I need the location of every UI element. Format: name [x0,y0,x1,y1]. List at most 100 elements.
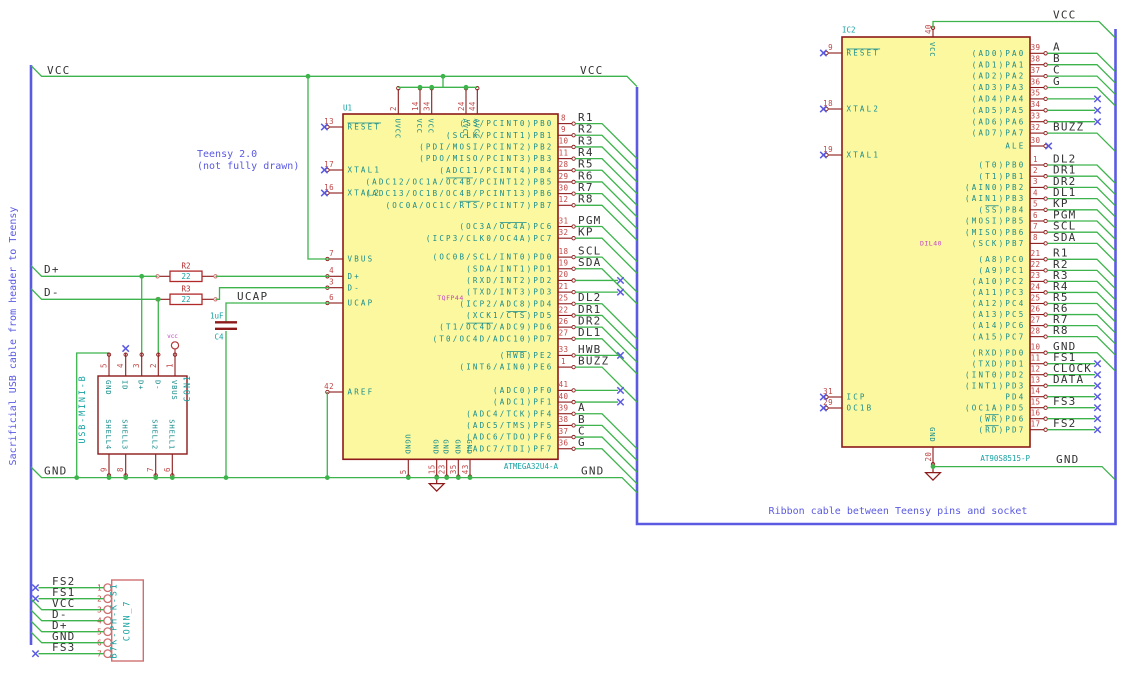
pin-number: 2 [389,106,398,111]
pin-number: 6 [163,467,172,472]
no-connect-icon [616,276,625,285]
junction-dot [169,475,175,480]
pin-endpoint [1043,416,1048,421]
pin-number: 30 [1031,136,1041,145]
pin-name: (OC0B/SCL/INT0)PD0 [433,253,554,262]
net-label-VCC[interactable]: VCC [47,64,70,77]
net-label-FS3[interactable]: FS3 [1053,395,1076,408]
pin-number: 39 [1031,43,1041,52]
conn7-reference[interactable]: CONN_7 [123,600,133,642]
pin-name: (TXD/INT3)PD3 [466,288,553,297]
r3-symbol[interactable]: R322 [159,285,214,306]
u1-reference[interactable]: U1 [343,104,352,113]
r2-reference[interactable]: R2 [181,262,190,271]
pin-number: 33 [559,345,569,354]
no-connect-icon [1093,117,1102,126]
pin-number: 15 [428,464,437,474]
pin-endpoint [1043,62,1048,67]
note-teensy-line2[interactable]: (not fully drawn) [197,161,299,172]
net-label-D+[interactable]: D+ [44,263,60,276]
net-label-G[interactable]: G [578,436,586,449]
net-label-GND[interactable]: GND [1056,453,1079,466]
net-ucap [225,302,330,322]
net-label-VCC[interactable]: VCC [1053,8,1076,21]
net-label-KP[interactable]: KP [578,226,594,239]
con1-reference[interactable]: CON1 [183,374,193,402]
ic2-value[interactable]: AT90S8515-P [980,454,1030,463]
no-connect-icon [1093,414,1102,423]
pin-number: 3 [1033,177,1038,186]
pin-name: XTAL1 [348,166,382,175]
junction-dot [153,475,159,480]
net-label-D-[interactable]: D- [44,286,60,299]
net-label-BUZZ[interactable]: BUZZ [1053,121,1084,134]
pin-number: 14 [1031,387,1041,396]
net-label-DL1[interactable]: DL1 [578,326,601,339]
pin-name: SHELL4 [104,419,113,450]
pin-name: SHELL3 [121,419,130,450]
vcc-power-symbol[interactable]: vcc [167,333,180,353]
pin-number: 22 [559,305,569,314]
pin-name: VBUS [170,380,179,401]
u1-value[interactable]: ATMEGA32U4-A [504,462,559,471]
net-label-GND[interactable]: GND [581,464,604,477]
no-connect-icon [121,344,130,353]
net-ic2-vcc [932,20,1116,38]
net-label-SDA[interactable]: SDA [1053,231,1076,244]
no-connect-icon [616,386,625,395]
conn7-symbol[interactable]: B7K-PH-K-S1 CONN_71234567 [97,579,144,662]
ic2-reference[interactable]: IC2 [842,26,856,35]
net-label-R8[interactable]: R8 [1053,324,1069,337]
pin-endpoint [571,434,576,440]
pin-number: 12 [559,195,569,204]
pin-name: D- [153,380,162,390]
u1-symbol[interactable]: U1ATMEGA32U4-ATQFP4413RESET17XTAL116XTAL… [324,88,572,476]
net-label-UCAP[interactable]: UCAP [237,290,268,303]
net-label-BUZZ[interactable]: BUZZ [578,355,609,368]
pin-name: GND [453,439,462,454]
pin-name: (HWB)PE2 [500,351,554,360]
net-label-VCC[interactable]: VCC [580,64,603,77]
junction-dot [463,84,469,90]
junction-dot [405,475,411,480]
junction-dot [106,475,112,480]
r2-symbol[interactable]: R222 [159,262,214,283]
con1-symbol[interactable]: USB-MINI-B CON1 5 GND 4 ID 3 D+ 2 D- 1 VBUS 9 SHELL4 8… [78,353,193,476]
net-label-FS3[interactable]: FS3 [52,641,75,654]
note-teensy-line1[interactable]: Teensy 2.0 [197,149,257,160]
pin-endpoint [1043,174,1048,179]
pin-number: 32 [1031,123,1041,132]
pin-endpoint [571,399,576,405]
pin-endpoint [571,121,576,126]
pin-number: 37 [559,427,569,436]
r3-value[interactable]: 22 [181,295,190,304]
net-label-R8[interactable]: R8 [578,193,594,206]
note-ribbon[interactable]: Ribbon cable between Teensy pins and soc… [769,506,1028,517]
net-label-DATA[interactable]: DATA [1053,373,1084,386]
pin-name: RESET [847,49,881,58]
pin-name: (A8)PC0 [978,255,1025,264]
c4-reference[interactable]: C4 [214,333,224,342]
pin-number: 36 [1031,77,1041,86]
ic2-symbol[interactable]: IC2AT90S8515-PDIL409RESET18XTAL219XTAL13… [823,24,1044,465]
pin-number: 3 [132,363,141,368]
note-sacrificial-cable[interactable]: Sacrificial USB cable from header to Tee… [8,207,19,466]
net-label-FS2[interactable]: FS2 [1053,417,1076,430]
pin-name: D- [348,283,361,292]
net-label-SDA[interactable]: SDA [578,256,601,269]
schematic-canvas[interactable]: Sacrificial USB cable from header to Tee… [0,0,1131,690]
pin-number: 7 [146,467,155,472]
pin-endpoint [571,144,576,150]
r3-reference[interactable]: R3 [181,285,190,294]
con1-value[interactable]: USB-MINI-B [78,374,88,443]
net-label-G[interactable]: G [1053,75,1061,88]
c4-symbol[interactable]: 1uF C4 [210,312,237,342]
r2-value[interactable]: 22 [181,272,190,281]
junction-dot [455,475,461,480]
pin-name: (A13)PC5 [972,310,1026,319]
c4-value[interactable]: 1uF [210,312,224,321]
pin-endpoint [571,156,576,161]
net-label-GND[interactable]: GND [44,464,67,477]
pin-name: (ADC7/TDI)PF7 [466,444,553,453]
pin-name: GND [432,439,441,454]
